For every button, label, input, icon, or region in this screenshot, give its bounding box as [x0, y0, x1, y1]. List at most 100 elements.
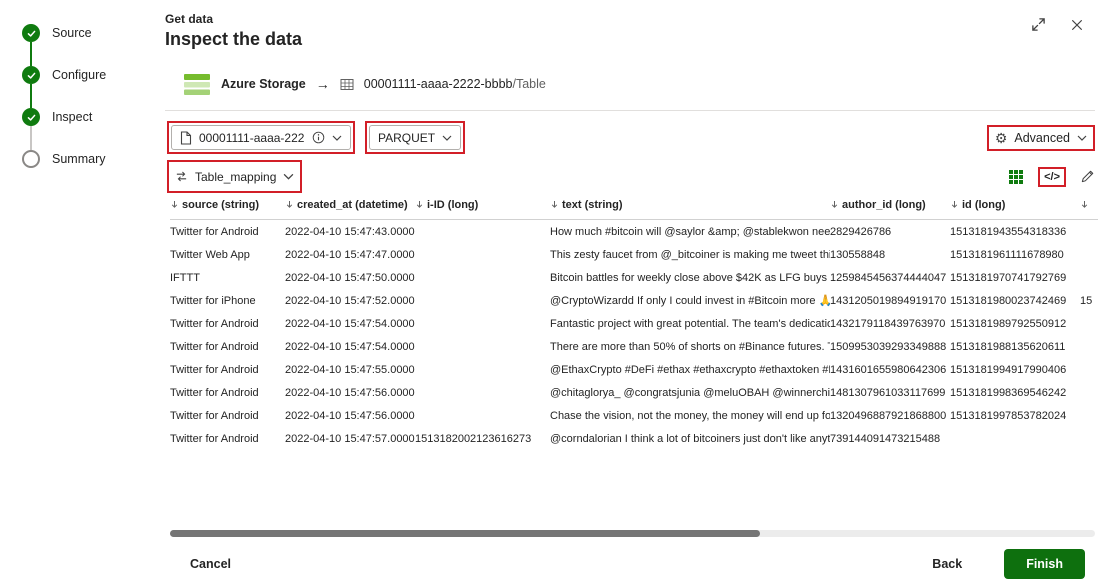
table-cell: Twitter for iPhone [170, 295, 285, 307]
column-header[interactable]: text (string) [550, 196, 830, 211]
annotation-highlight: PARQUET [365, 121, 465, 154]
step-complete-icon [22, 108, 40, 126]
table-row: Twitter for Android2022-04-10 15:47:54.0… [170, 335, 1098, 358]
table-cell: 1513181970741792769 [950, 272, 1080, 284]
step-complete-icon [22, 66, 40, 84]
arrow-right-icon: → [316, 76, 330, 92]
back-button[interactable]: Back [932, 557, 962, 571]
dialog-eyebrow: Get data [165, 12, 213, 26]
azure-storage-icon [183, 72, 211, 97]
stepper-connector [30, 126, 32, 150]
table-cell: 2022-04-10 15:47:43.0000 [285, 226, 415, 238]
step-complete-icon [22, 24, 40, 42]
table-cell: 1431601655980642306 [830, 364, 950, 376]
annotation-highlight: Table_mapping [167, 160, 302, 193]
table-cell: @EthaxCrypto #DeFi #ethax #ethaxcrypto #… [550, 364, 830, 376]
table-cell: 1432179118439763970 [830, 318, 950, 330]
stepper-item-configure[interactable]: Configure [22, 66, 152, 84]
table-cell: @corndalorian I think a lot of bitcoiner… [550, 433, 830, 445]
stepper-item-summary[interactable]: Summary [22, 150, 152, 168]
table-cell: Twitter Web App [170, 249, 285, 261]
table-cell: 1513181997853782024 [950, 410, 1080, 422]
column-header[interactable]: source (string) [170, 196, 285, 211]
column-header[interactable]: author_id (long) [830, 196, 950, 211]
horizontal-scrollbar[interactable] [170, 530, 1095, 537]
table-cell: 1513181989792550912 [950, 318, 1080, 330]
table-cell: Bitcoin battles for weekly close above $… [550, 272, 830, 284]
advanced-label: Advanced [1014, 131, 1070, 145]
table-cell: Twitter for Android [170, 226, 285, 238]
step-label: Configure [52, 68, 106, 82]
table-cell: 130558848 [830, 249, 950, 261]
sort-icon [170, 200, 179, 209]
grid-view-icon[interactable] [1008, 169, 1024, 185]
column-header[interactable]: id (long) [950, 196, 1080, 211]
table-cell: @CryptoWizardd If only I could invest in… [550, 294, 830, 307]
table-cell: 1513181988135620611 [950, 341, 1080, 353]
code-view-icon[interactable]: </> [1044, 171, 1060, 183]
sort-icon [950, 200, 959, 209]
cancel-button[interactable]: Cancel [190, 557, 231, 571]
column-header-label: text (string) [562, 199, 623, 211]
table-cell: 1513181998369546242 [950, 387, 1080, 399]
column-header[interactable]: created_at (datetime) [285, 196, 415, 211]
table-cell: @chitaglorya_ @congratsjunia @meluOBAH @… [550, 387, 830, 399]
table-cell: 1513181943554318336 [950, 226, 1080, 238]
mapping-dropdown[interactable]: Table_mapping [171, 164, 298, 189]
table-cell: 2022-04-10 15:47:56.0000 [285, 410, 415, 422]
mapping-dropdown-label: Table_mapping [195, 170, 276, 184]
edit-icon[interactable] [1080, 169, 1095, 184]
destination-name: 00001111-aaaa-2222-bbbb [364, 77, 513, 91]
step-label: Summary [52, 152, 105, 166]
chevron-down-icon [332, 135, 342, 141]
table-cell: 2022-04-10 15:47:57.0000 [285, 433, 415, 445]
table-cell: 2022-04-10 15:47:50.0000 [285, 272, 415, 284]
column-header[interactable]: i-ID (long) [415, 196, 550, 211]
close-icon[interactable] [1070, 18, 1084, 32]
stepper-connector [30, 42, 32, 66]
mapping-icon [175, 170, 188, 183]
table-cell: 2022-04-10 15:47:56.0000 [285, 387, 415, 399]
column-header-label: i-ID (long) [427, 199, 478, 211]
annotation-highlight: </> [1038, 167, 1066, 187]
finish-button[interactable]: Finish [1004, 549, 1085, 579]
sort-icon [830, 200, 839, 209]
table-icon [340, 78, 354, 91]
stepper-connector [30, 84, 32, 108]
column-header-label: created_at (datetime) [297, 199, 408, 211]
annotation-highlight: 00001111-aaaa-222... [167, 121, 355, 154]
table-body: Twitter for Android2022-04-10 15:47:43.0… [170, 220, 1098, 450]
column-header-label: author_id (long) [842, 199, 926, 211]
table-row: Twitter for Android2022-04-10 15:47:55.0… [170, 358, 1098, 381]
format-dropdown-label: PARQUET [378, 131, 435, 145]
sort-icon [1080, 200, 1089, 209]
wizard-stepper: Source Configure Inspect Summary [22, 24, 152, 168]
table-row: Twitter for iPhone2022-04-10 15:47:52.00… [170, 289, 1098, 312]
table-row: Twitter Web App2022-04-10 15:47:47.0000T… [170, 243, 1098, 266]
format-dropdown[interactable]: PARQUET [369, 125, 461, 150]
table-cell: 2022-04-10 15:47:55.0000 [285, 364, 415, 376]
table-cell: Twitter for Android [170, 364, 285, 376]
table-cell: Chase the vision, not the money, the mon… [550, 410, 830, 422]
advanced-button[interactable]: ⚙ Advanced [991, 129, 1091, 147]
table-cell: 1259845456374444047 [830, 272, 950, 284]
file-dropdown-label: 00001111-aaaa-222... [199, 131, 305, 145]
table-row: Twitter for Android2022-04-10 15:47:43.0… [170, 220, 1098, 243]
table-cell: IFTTT [170, 272, 285, 284]
expand-icon[interactable] [1031, 17, 1046, 32]
table-cell: Twitter for Android [170, 318, 285, 330]
table-row: Twitter for Android2022-04-10 15:47:57.0… [170, 427, 1098, 450]
table-cell: 1513181961111678980 [950, 249, 1080, 261]
stepper-item-inspect[interactable]: Inspect [22, 108, 152, 126]
info-icon[interactable] [312, 131, 325, 144]
column-header-label: id (long) [962, 199, 1005, 211]
stepper-item-source[interactable]: Source [22, 24, 152, 42]
table-cell: There are more than 50% of shorts on #Bi… [550, 341, 830, 353]
column-header[interactable] [1080, 196, 1098, 209]
scrollbar-thumb[interactable] [170, 530, 760, 537]
file-dropdown[interactable]: 00001111-aaaa-222... [171, 125, 351, 150]
source-name: Azure Storage [221, 77, 306, 91]
table-cell: 2022-04-10 15:47:47.0000 [285, 249, 415, 261]
table-cell: Twitter for Android [170, 433, 285, 445]
table-cell: 1513182002123616273 [415, 433, 550, 445]
